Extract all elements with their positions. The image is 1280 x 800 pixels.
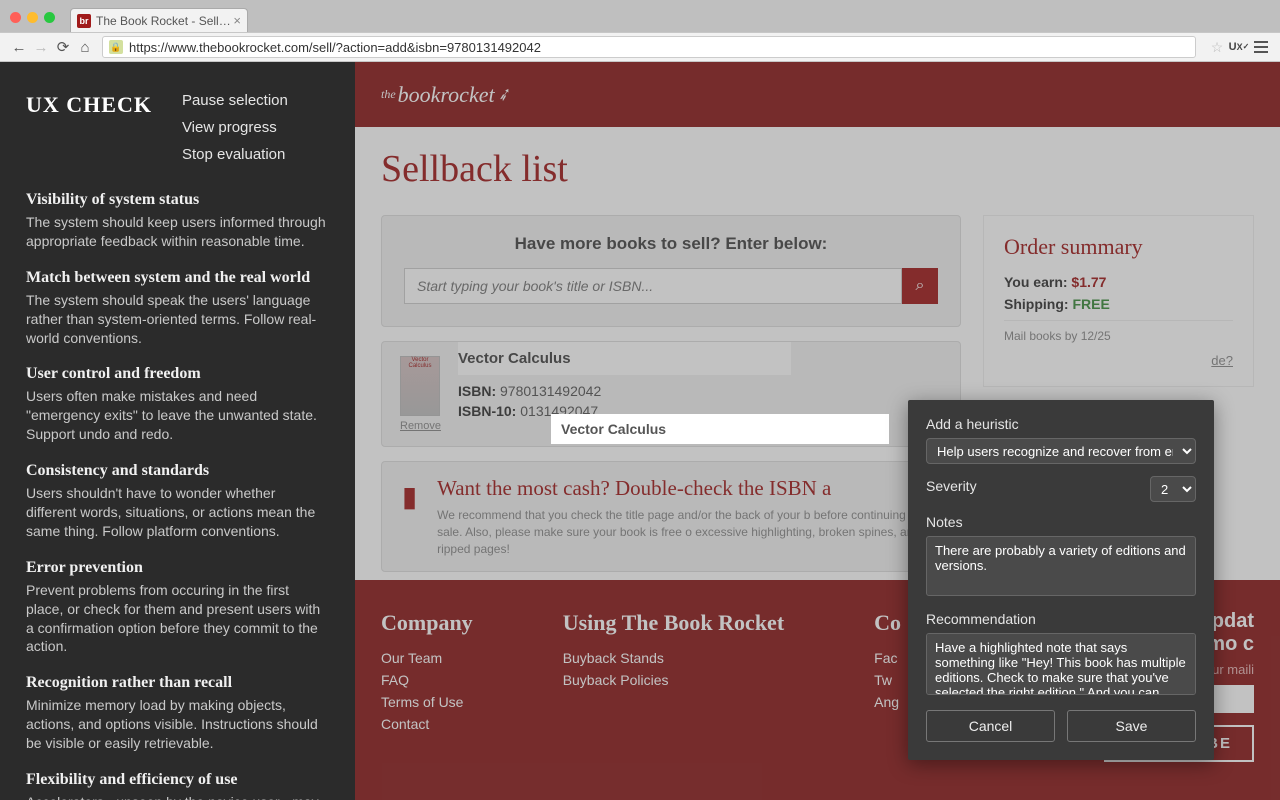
search-panel: Have more books to sell? Enter below: ⌕ (381, 215, 961, 327)
lock-icon: 🔒 (109, 40, 123, 54)
book-search-input[interactable] (404, 268, 902, 304)
heuristic-body: Users often make mistakes and need "emer… (26, 387, 329, 444)
cash-tip-body: We recommend that you check the title pa… (437, 507, 942, 557)
mail-by: Mail books by 12/25 (1004, 320, 1233, 343)
heuristic-title[interactable]: Recognition rather than recall (26, 674, 329, 692)
logo-main: bookrocket (398, 82, 495, 108)
window-traffic-lights (10, 12, 55, 23)
book-thumbnail: Vector Calculus (400, 356, 440, 416)
pause-selection-link[interactable]: Pause selection (182, 92, 288, 109)
ux-check-extension-icon[interactable]: UX✓ (1228, 36, 1250, 58)
heuristic-title[interactable]: Flexibility and efficiency of use (26, 771, 329, 789)
heuristic-title[interactable]: Error prevention (26, 559, 329, 577)
tab-strip: br The Book Rocket - Sell yo × (70, 8, 1270, 32)
cash-tip-panel: ▮ Want the most cash? Double-check the I… (381, 461, 961, 572)
site-logo[interactable]: the bookrocket ➶ (381, 82, 510, 108)
maximize-window-icon[interactable] (44, 12, 55, 23)
heuristic-title[interactable]: Match between system and the real world (26, 269, 329, 287)
promo-link[interactable]: de? (1004, 353, 1233, 368)
menu-icon[interactable] (1250, 36, 1272, 58)
bookmark-star-icon[interactable]: ☆ (1206, 36, 1228, 58)
ship-value: FREE (1072, 296, 1109, 312)
home-icon[interactable]: ⌂ (74, 36, 96, 58)
search-button[interactable]: ⌕ (902, 268, 938, 304)
book-title[interactable]: Vector Calculus (458, 342, 791, 375)
footer-link[interactable]: FAQ (381, 672, 473, 688)
forward-icon[interactable]: → (30, 36, 52, 58)
site-header: the bookrocket ➶ (355, 62, 1280, 127)
earn-value: $1.77 (1071, 274, 1106, 290)
footer-connect-title: Co (874, 610, 901, 636)
cash-tip-title: Want the most cash? Double-check the ISB… (437, 476, 942, 501)
view-progress-link[interactable]: View progress (182, 119, 288, 136)
recommendation-label: Recommendation (926, 611, 1196, 627)
isbn-value: 9780131492042 (500, 383, 601, 399)
heuristic-body: Prevent problems from occuring in the fi… (26, 581, 329, 657)
minimize-window-icon[interactable] (27, 12, 38, 23)
cancel-button[interactable]: Cancel (926, 710, 1055, 742)
notes-label: Notes (926, 514, 1196, 530)
heuristic-title[interactable]: Visibility of system status (26, 191, 329, 209)
save-button[interactable]: Save (1067, 710, 1196, 742)
severity-select[interactable]: 2 (1150, 476, 1196, 502)
tab-title: The Book Rocket - Sell yo (96, 14, 233, 28)
search-icon: ⌕ (916, 277, 925, 294)
recommendation-textarea[interactable] (926, 633, 1196, 695)
page-title: Sellback list (381, 147, 1254, 191)
heuristic-popup: Add a heuristic Help users recognize and… (908, 400, 1214, 760)
reload-icon[interactable]: ⟳ (52, 36, 74, 58)
ux-check-sidebar: UX CHECK Pause selection View progress S… (0, 62, 355, 800)
browser-toolbar: ← → ⟳ ⌂ 🔒 https://www.thebookrocket.com/… (0, 32, 1280, 62)
heuristic-body: Accelerators - unseen by the novice user… (26, 793, 329, 800)
back-icon[interactable]: ← (8, 36, 30, 58)
footer-link[interactable]: Fac (874, 650, 901, 666)
close-window-icon[interactable] (10, 12, 21, 23)
footer-link[interactable]: Our Team (381, 650, 473, 666)
remove-book-link[interactable]: Remove (400, 420, 440, 432)
logo-the: the (381, 87, 396, 102)
order-summary: Order summary You earn: $1.77 Shipping: … (983, 215, 1254, 387)
search-prompt: Have more books to sell? Enter below: (404, 234, 938, 254)
book-icon: ▮ (400, 476, 419, 516)
selected-element-highlight[interactable]: Vector Calculus (551, 414, 889, 444)
heuristic-body: Users shouldn't have to wonder whether d… (26, 484, 329, 541)
browser-tab[interactable]: br The Book Rocket - Sell yo × (70, 8, 248, 32)
footer-using-title: Using The Book Rocket (563, 610, 784, 636)
footer-company-title: Company (381, 610, 473, 636)
summary-title: Order summary (1004, 234, 1233, 260)
isbn10-label: ISBN-10: (458, 403, 516, 419)
severity-label: Severity (926, 478, 977, 494)
stop-evaluation-link[interactable]: Stop evaluation (182, 146, 288, 163)
heuristic-body: The system should keep users informed th… (26, 213, 329, 251)
tab-close-icon[interactable]: × (233, 13, 241, 28)
footer-link[interactable]: Buyback Stands (563, 650, 784, 666)
heuristic-body: Minimize memory load by making objects, … (26, 696, 329, 753)
heuristic-select[interactable]: Help users recognize and recover from er (926, 438, 1196, 464)
address-bar[interactable]: 🔒 https://www.thebookrocket.com/sell/?ac… (102, 36, 1196, 58)
favicon-icon: br (77, 14, 91, 28)
heuristic-title[interactable]: User control and freedom (26, 365, 329, 383)
footer-link[interactable]: Terms of Use (381, 694, 473, 710)
logo-arrow-icon: ➶ (494, 83, 513, 106)
heuristic-body: The system should speak the users' langu… (26, 291, 329, 348)
ship-label: Shipping: (1004, 296, 1069, 312)
footer-link[interactable]: Buyback Policies (563, 672, 784, 688)
footer-link[interactable]: Tw (874, 672, 901, 688)
heuristic-title[interactable]: Consistency and standards (26, 462, 329, 480)
earn-label: You earn: (1004, 274, 1068, 290)
notes-textarea[interactable] (926, 536, 1196, 596)
add-heuristic-label: Add a heuristic (926, 416, 1196, 432)
footer-link[interactable]: Contact (381, 716, 473, 732)
footer-link[interactable]: Ang (874, 694, 901, 710)
isbn-label: ISBN: (458, 383, 496, 399)
url-text: https://www.thebookrocket.com/sell/?acti… (129, 40, 541, 55)
sidebar-title: UX CHECK (26, 92, 152, 163)
